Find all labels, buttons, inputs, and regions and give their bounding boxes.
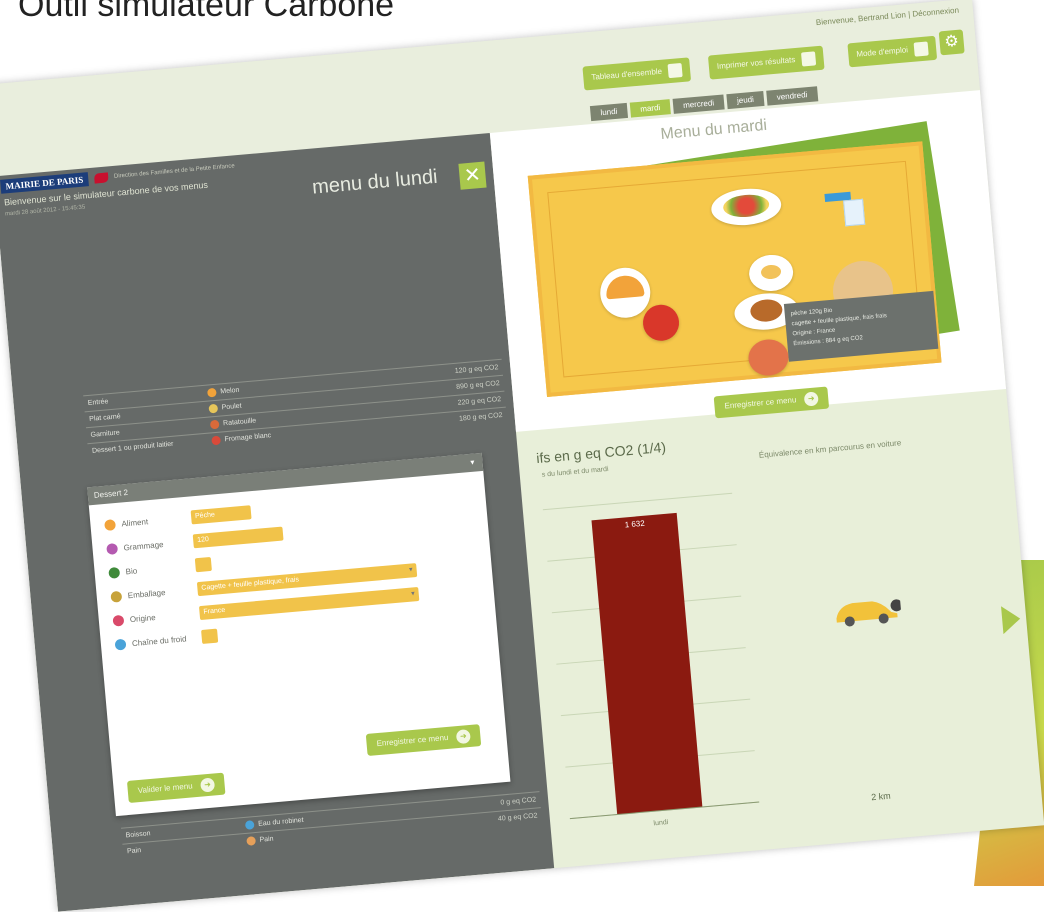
food-icon [211, 435, 221, 446]
dessert-form: Dessert 2 ▾ Aliment Pêche Grammage 120 B… [87, 452, 511, 817]
chicken-icon [760, 264, 782, 280]
water-tap-icon[interactable] [824, 181, 867, 227]
origine-icon [112, 614, 125, 627]
chaine-froid-label: Chaîne du froid [131, 633, 187, 648]
help-icon [913, 41, 929, 57]
dish-label: Melon [220, 386, 240, 396]
chart-subtitle: s du lundi et du mardi [541, 465, 609, 479]
glass-icon [843, 198, 866, 227]
save-menu-right-label: Enregistrer ce menu [724, 395, 797, 411]
menu-editor-panel: MAIRIE DE PARIS Direction des Familles e… [0, 132, 555, 912]
table-icon [667, 62, 683, 79]
close-icon[interactable]: ✕ [458, 161, 487, 190]
aliment-label: Aliment [121, 516, 149, 529]
tab-lundi[interactable]: lundi [589, 102, 628, 122]
menu-tray-view: Menu du mardi pêche 120g Bio cagette + f… [489, 90, 1007, 432]
slide-title: Outil simulateur Carbone [18, 0, 395, 24]
logo-emblem [93, 172, 109, 184]
chart-title: ifs en g eq CO2 (1/4) [535, 438, 667, 467]
category-label: lundi [653, 819, 669, 827]
water-icon [244, 820, 255, 830]
co2-value: 40 g eq CO2 [497, 812, 538, 823]
dish-label: Poulet [221, 402, 242, 412]
bread-icon [246, 836, 257, 846]
logo-caption: Direction des Familles et de la Petite E… [113, 163, 235, 180]
overview-button-label: Tableau d'ensemble [590, 66, 663, 82]
bio-row: Bio [108, 555, 212, 582]
help-button[interactable]: Mode d'emploi [847, 35, 937, 68]
aliment-field[interactable]: Pêche [190, 505, 252, 525]
food-icon [207, 387, 217, 398]
current-date: mardi 28 août 2012 - 15:45:35 [4, 204, 86, 218]
melon-icon [604, 274, 645, 300]
dish-label: Eau du robinet [257, 816, 304, 828]
chevron-down-icon: ▾ [408, 566, 413, 574]
validate-menu-label: Valider le menu [137, 781, 194, 796]
save-menu-label: Enregistrer ce menu [376, 732, 449, 749]
co2-value: 180 g eq CO2 [458, 411, 503, 423]
chaine-froid-row: Chaîne du froid [114, 627, 219, 654]
chaine-froid-checkbox[interactable] [201, 628, 219, 644]
print-button-label: Imprimer vos résultats [716, 55, 796, 71]
equivalence-title: Équivalence en km parcourus en voiture [758, 438, 902, 460]
user-link[interactable]: Bienvenue, Bertrand Lion | Déconnexion [816, 6, 960, 27]
salad-icon [722, 192, 771, 219]
arrow-icon: ➜ [803, 391, 819, 407]
grid-line [542, 492, 733, 511]
chevron-down-icon: ▾ [470, 457, 475, 467]
printer-icon [800, 51, 816, 67]
grammage-icon [106, 542, 119, 555]
distance-caption: 2 km [870, 790, 892, 803]
aliment-icon [104, 518, 116, 531]
validate-menu-button[interactable]: Valider le menu ➜ [126, 772, 226, 803]
print-button[interactable]: Imprimer vos résultats [707, 45, 825, 80]
save-menu-right-button[interactable]: Enregistrer ce menu ➜ [713, 386, 830, 419]
emissions-chart-area: ifs en g eq CO2 (1/4) s du lundi et du m… [518, 409, 1044, 868]
emballage-icon [110, 590, 123, 603]
bar-data-label: 1 632 [624, 519, 645, 530]
meal-tray [527, 141, 942, 397]
dessert-label: Dessert 2 [93, 487, 129, 500]
emballage-label: Emballage [127, 587, 166, 600]
overview-button[interactable]: Tableau d'ensemble [582, 57, 692, 91]
arrow-icon: ➜ [200, 777, 216, 793]
save-menu-button[interactable]: Enregistrer ce menu ➜ [365, 724, 482, 756]
bio-icon [108, 566, 121, 579]
menu-summary-list: Entrée Melon 120 g eq CO2 Plat carné Pou… [83, 358, 508, 460]
origine-label: Origine [129, 612, 156, 624]
food-icon [208, 403, 219, 414]
grammage-input[interactable]: 120 [192, 526, 284, 549]
help-button-label: Mode d'emploi [855, 45, 909, 59]
menu-view-title: Menu du mardi [659, 116, 768, 144]
tab-jeudi[interactable]: jeudi [726, 90, 765, 110]
roast-chicken-icon [749, 298, 784, 323]
dish-label: Pain [259, 835, 274, 844]
menu-title: menu du lundi [311, 165, 439, 199]
food-icon [209, 419, 220, 430]
arrow-icon: ➜ [455, 728, 471, 745]
emballage-value: Cagette + feuille plastique, frais [201, 576, 300, 592]
grammage-label: Grammage [123, 539, 164, 552]
app-screenshot: Bienvenue, Bertrand Lion | Déconnexion T… [0, 0, 1044, 912]
emissions-bar-chart: 1 632 lundi [542, 492, 760, 827]
bio-checkbox[interactable] [194, 556, 212, 573]
chaine-froid-icon [114, 638, 127, 651]
bar-lundi[interactable] [591, 512, 703, 815]
chevron-down-icon: ▾ [410, 590, 416, 598]
bio-label: Bio [125, 565, 138, 576]
dessert-select[interactable]: Dessert 2 ▾ [87, 452, 484, 506]
dish-label: Ratatouille [222, 417, 257, 428]
results-panel: Menu du mardi pêche 120g Bio cagette + f… [489, 90, 1044, 868]
gear-icon[interactable]: ⚙ [938, 29, 965, 56]
origine-value: France [203, 606, 226, 616]
car-icon [836, 599, 903, 627]
dish-label: Fromage blanc [224, 432, 272, 444]
next-arrow-icon[interactable] [1001, 604, 1022, 635]
